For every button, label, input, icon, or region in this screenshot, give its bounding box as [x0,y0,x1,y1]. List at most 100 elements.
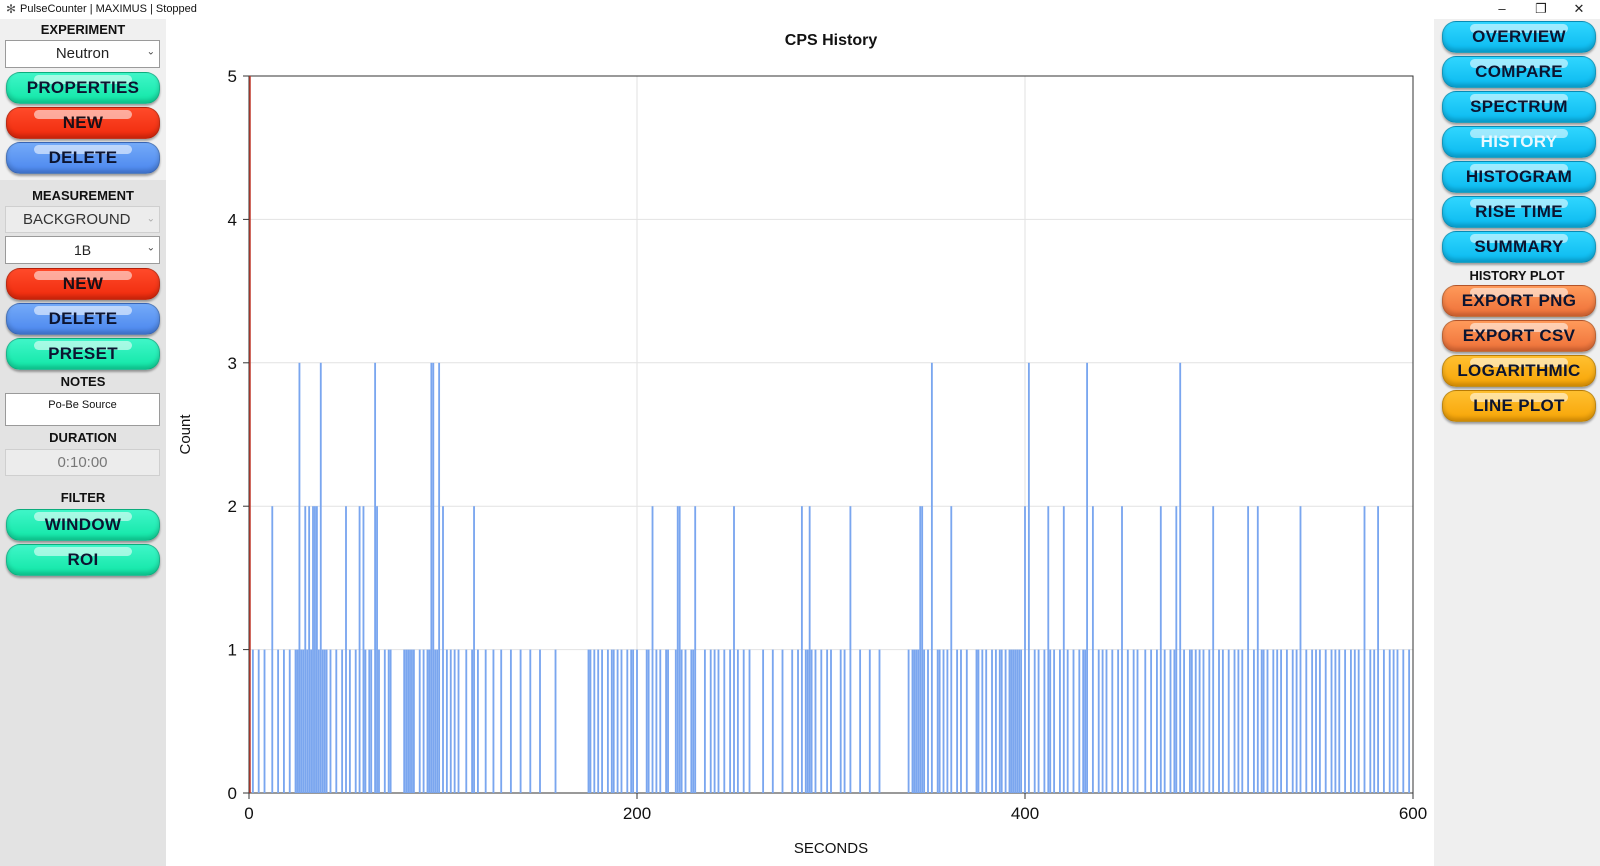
history-button[interactable]: HISTORY [1442,126,1596,158]
data-bar [1408,649,1411,793]
data-bar [800,506,803,793]
data-bar [389,649,392,793]
data-bar [717,649,720,793]
data-bar [651,506,654,793]
close-button[interactable]: ✕ [1562,0,1596,19]
delete-measurement-button[interactable]: DELETE [6,303,160,335]
data-bar [304,506,307,793]
window-title: PulseCounter | MAXIMUS | Stopped [20,3,197,15]
data-bar [432,362,435,793]
data-bar [1208,649,1211,793]
data-bar [1078,649,1081,793]
histogram-button[interactable]: HISTOGRAM [1442,161,1596,193]
data-bar [1392,649,1395,793]
data-bar [665,649,668,793]
preset-button[interactable]: PRESET [6,338,160,370]
data-bar [1334,649,1337,793]
data-bar [991,649,993,793]
restore-button[interactable]: ❐ [1524,0,1558,19]
data-bar [1276,649,1279,793]
data-bar [403,649,406,793]
data-bar [1285,649,1288,793]
data-bar [323,649,326,793]
data-bar [312,506,314,793]
logarithmic-button[interactable]: LOGARITHMIC [1442,355,1596,387]
line-plot-button[interactable]: LINE PLOT [1442,390,1596,422]
data-bar [1388,649,1391,793]
rise-time-button[interactable]: RISE TIME [1442,196,1596,228]
data-bar [1188,649,1191,793]
data-bar [302,649,305,793]
experiment-select[interactable]: Neutron ⌄ [5,40,160,68]
export-png-button[interactable]: EXPORT PNG [1442,285,1596,317]
delete-experiment-button[interactable]: DELETE [6,142,160,174]
data-bar [1014,649,1017,793]
data-bar [473,506,475,793]
summary-button[interactable]: SUMMARY [1442,231,1596,263]
data-bar [411,649,413,793]
y-tick-label: 4 [228,210,237,229]
compare-button[interactable]: COMPARE [1442,56,1596,88]
data-bar [354,649,357,793]
data-bar [329,649,332,793]
data-bar [1086,362,1089,793]
window-filter-button[interactable]: WINDOW [6,509,160,541]
chart-area: CPS History 0 1 2 3 4 5 0 200 400 600 SECONDS Count [166,19,1434,866]
data-bar [804,649,807,793]
data-bar [729,649,732,793]
measurement-select[interactable]: 1B ⌄ [5,236,160,264]
data-bar [985,649,988,793]
chevron-down-icon: ⌄ [146,46,155,58]
data-bar [1020,649,1023,793]
data-bar [1357,649,1360,793]
data-bar [1101,649,1104,793]
data-bar [1202,649,1205,793]
data-bar [632,649,635,793]
data-bar [509,649,512,793]
data-bar [849,506,852,793]
data-bar [1163,649,1166,793]
history-plot-label: HISTORY PLOT [1469,268,1565,283]
data-bar [1291,649,1294,793]
properties-button[interactable]: PROPERTIES [6,72,160,104]
data-bar [1252,649,1255,793]
data-bar [878,649,881,793]
data-bar [814,649,817,793]
data-bar [942,649,945,793]
data-bar [636,649,638,793]
y-tick-label: 2 [228,497,237,516]
data-bar [994,649,997,793]
data-bar [808,506,811,793]
data-bar [1305,649,1308,793]
overview-button[interactable]: OVERVIEW [1442,21,1596,53]
spectrum-button[interactable]: SPECTRUM [1442,91,1596,123]
data-bar [781,649,784,793]
roi-filter-button[interactable]: ROI [6,544,160,576]
data-bar [376,506,378,793]
data-bar [1241,649,1244,793]
new-measurement-button[interactable]: NEW [6,268,160,300]
data-bar [938,649,941,793]
minimize-button[interactable]: – [1485,0,1519,19]
data-bar [859,649,862,793]
data-bar [826,649,829,793]
data-bar [298,362,301,793]
data-bar [620,649,623,793]
measurement-select-value: 1B [73,242,92,258]
notes-field[interactable]: Po-Be Source [5,393,160,426]
data-bar [1266,649,1269,793]
data-bar [1024,506,1026,793]
data-bar [1363,506,1366,793]
export-csv-button[interactable]: EXPORT CSV [1442,320,1596,352]
data-bar [1190,649,1193,793]
data-bar [1262,649,1265,793]
data-bar [703,649,706,793]
data-bar [674,649,677,793]
data-bar [1175,506,1178,793]
data-bar [554,649,557,793]
data-bar [1066,649,1069,793]
measurement-type-select[interactable]: BACKGROUND ⌄ [5,206,160,233]
data-bar [923,649,926,793]
new-experiment-button[interactable]: NEW [6,107,160,139]
x-tick-label: 400 [1011,804,1039,823]
